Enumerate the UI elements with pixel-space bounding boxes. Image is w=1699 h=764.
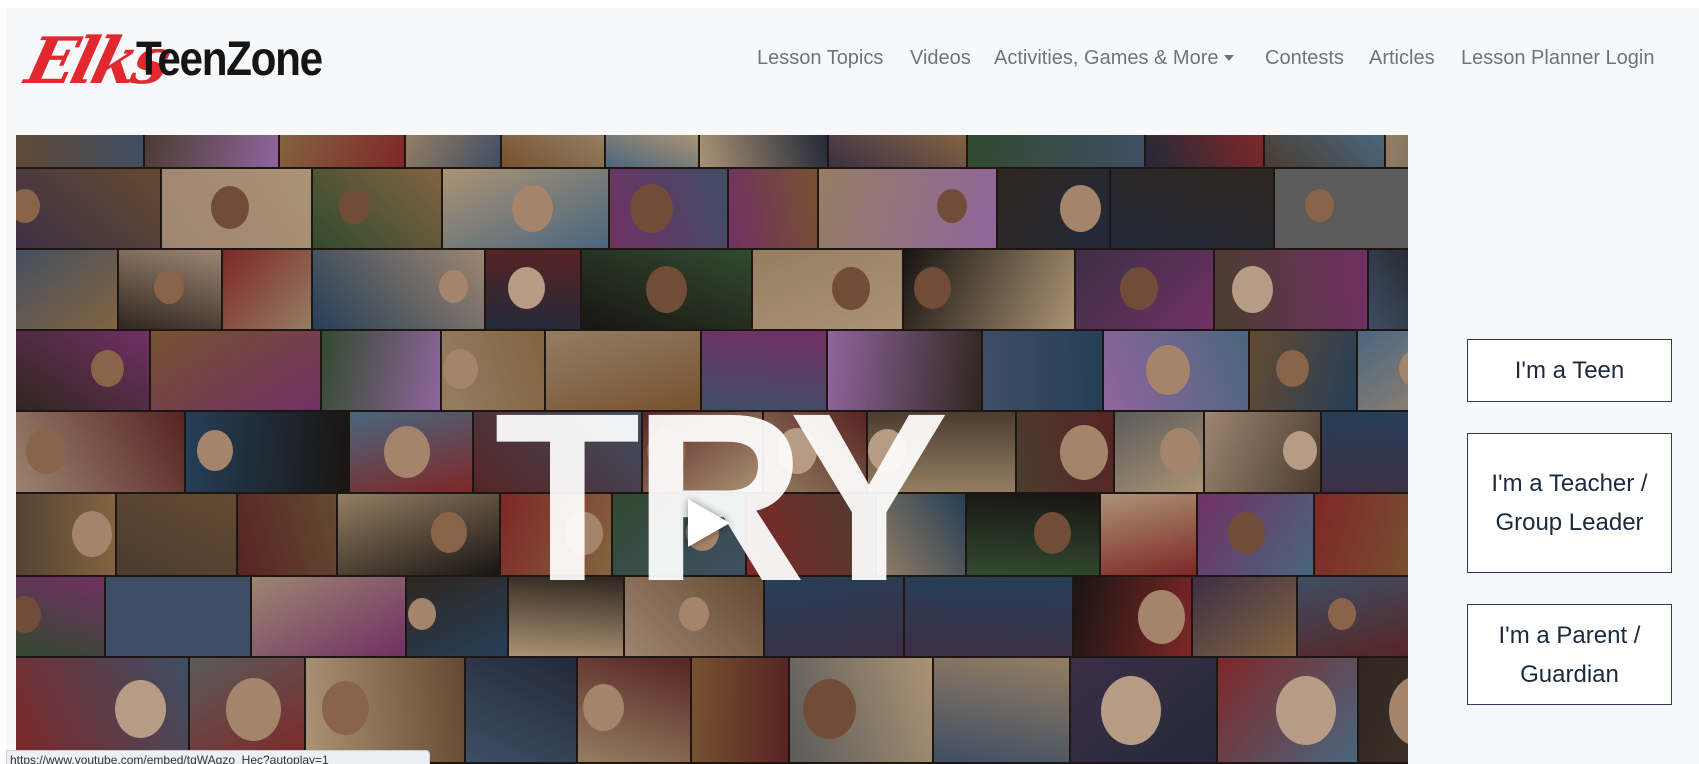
nav-activities-label: Activities, Games & More	[994, 47, 1219, 69]
role-teen-button[interactable]: I'm a Teen	[1467, 339, 1672, 402]
chevron-down-icon	[1223, 55, 1234, 61]
play-icon[interactable]	[688, 499, 730, 547]
nav-contests[interactable]: Contests	[1265, 38, 1344, 78]
nav-videos[interactable]: Videos	[910, 38, 971, 78]
role-parent-button[interactable]: I'm a Parent / Guardian	[1467, 604, 1672, 705]
nav-articles[interactable]: Articles	[1369, 38, 1435, 78]
video-overlay-title: TRY	[494, 363, 949, 631]
link-status-bar: https://www.youtube.com/embed/tqWAgzo_He…	[6, 750, 430, 764]
video-player[interactable]: TRY	[16, 135, 1408, 764]
main-nav: Lesson Topics Videos Activities, Games &…	[6, 38, 1699, 78]
role-teacher-button[interactable]: I'm a Teacher / Group Leader	[1467, 433, 1672, 573]
nav-activities-dropdown[interactable]: Activities, Games & More	[994, 38, 1234, 78]
site-header: Elks TeenZone Lesson Topics Videos Activ…	[6, 8, 1699, 108]
nav-lesson-topics[interactable]: Lesson Topics	[757, 38, 883, 78]
nav-lesson-planner-login[interactable]: Lesson Planner Login	[1461, 38, 1654, 78]
